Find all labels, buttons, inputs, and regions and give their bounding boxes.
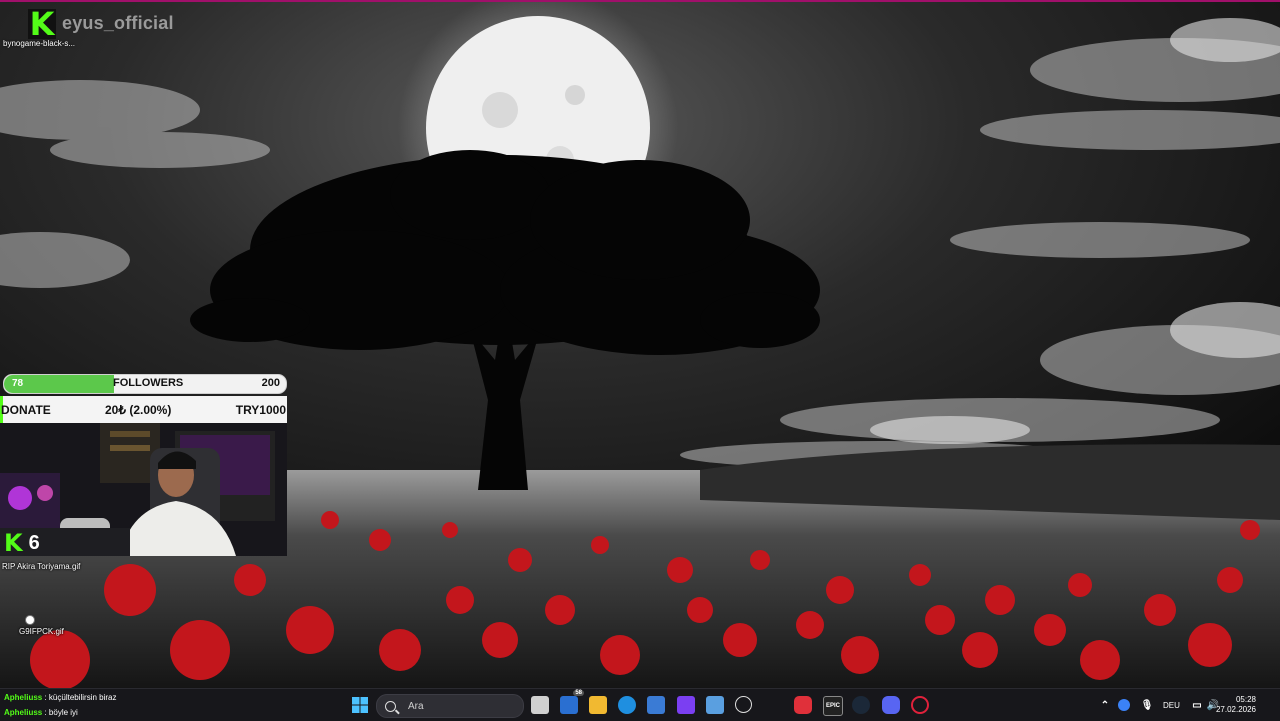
opera-gx-icon[interactable] [911,696,929,714]
tray-app-icon[interactable] [1118,699,1130,711]
followers-label: FOLLOWERS [113,377,184,389]
stream-frame-border [0,0,1280,2]
gif-file-icon[interactable] [25,615,35,625]
steam-icon[interactable] [852,696,870,714]
followers-target: 200 [261,377,280,389]
tray-chevron-up-icon[interactable]: ⌃ [1096,696,1114,714]
language-indicator[interactable]: DEU [1163,701,1180,710]
chat-overlay: Apheliuss : küçültebilirsin biraz Apheli… [0,690,285,720]
webcam-feed [0,423,287,556]
widgets-icon[interactable]: 58 [560,690,584,714]
desktop-wallpaper [0,0,1280,688]
donate-goal: TRY1000 [235,403,286,417]
chat-message: Apheliuss : küçültebilirsin biraz [0,690,285,705]
desktop-icon-bynogame[interactable]: bynogame-black-s... [3,39,75,48]
browser-icon[interactable] [706,696,724,714]
desktop-icon-g9ifpck-gif[interactable]: G9IFPCK.gif [19,627,64,636]
file-explorer-icon[interactable] [589,696,607,714]
widgets-badge: 58 [573,690,584,696]
search-placeholder: Ara [408,700,424,712]
red-app-icon[interactable] [794,696,812,714]
chat-message: Apheliuss : böyle iyi [0,705,285,720]
clock-date: 27.02.2026 [1215,705,1256,714]
windows-start-icon[interactable] [351,696,369,714]
store-icon[interactable] [647,696,665,714]
followers-goal-bar: 78 FOLLOWERS 200 [3,374,287,394]
microphone-icon[interactable]: 🎙 [1138,696,1156,714]
taskbar-search-box[interactable]: Ara [376,694,524,718]
app-grid-icon[interactable] [677,696,695,714]
chatgpt-icon[interactable] [735,696,752,713]
kick-viewers-icon: K [4,529,23,557]
clock-time: 05:28 [1235,695,1256,704]
channel-name: eyus_official [62,13,174,33]
viewer-count: 6 [28,531,40,554]
viewer-count-badge: K 6 [4,531,40,555]
desktop-icon-rip-gif[interactable]: RIP Akira Toriyama.gif [2,562,80,571]
kick-logo-icon: K [28,5,56,43]
donate-amount: 20₺ (2.00%) [105,403,172,417]
chat-username: Apheliuss [4,708,43,717]
discord-icon[interactable] [882,696,900,714]
chat-username: Apheliuss [4,693,43,702]
search-icon [385,700,396,712]
followers-current: 78 [12,378,24,389]
chat-text: : küçültebilirsin biraz [44,693,117,702]
edge-icon[interactable] [618,696,636,714]
donate-bar: DONATE 20₺ (2.00%) TRY1000 [0,396,287,423]
donate-label: DONATE [1,403,51,417]
webcam-image [0,423,287,556]
epic-games-icon[interactable]: EPIC [823,696,843,716]
taskbar-clock[interactable]: 05:28 27.02.2026 [1216,695,1256,715]
chat-text: : böyle iyi [44,708,78,717]
task-view-icon[interactable] [531,696,549,714]
